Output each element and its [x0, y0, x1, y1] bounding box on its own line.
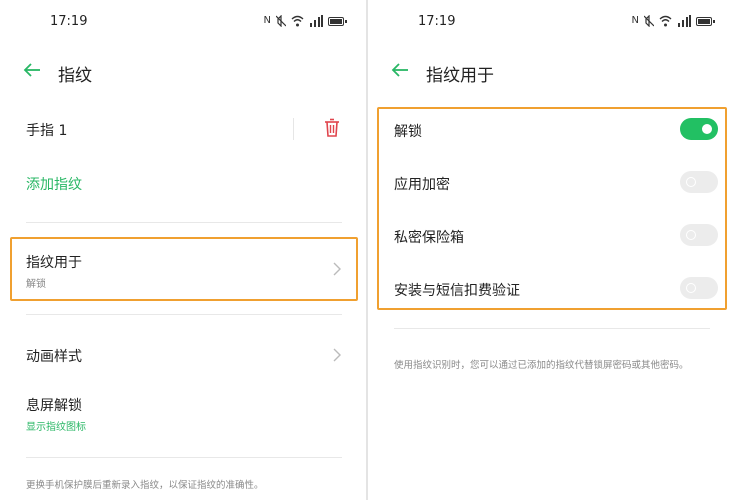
- status-time: 17:19: [418, 14, 456, 29]
- signal-icon: [309, 15, 323, 27]
- toggle-knob: [686, 177, 696, 187]
- chevron-right-icon: [333, 348, 341, 362]
- unlock-toggle[interactable]: [680, 118, 718, 140]
- status-bar: 17:19 N: [368, 12, 734, 32]
- divider: [26, 457, 342, 458]
- arrow-left-icon[interactable]: [390, 60, 410, 80]
- divider: [394, 328, 710, 329]
- fingerprint-for-item[interactable]: 指纹用于: [26, 252, 82, 272]
- divider: [26, 314, 342, 315]
- delete-icon[interactable]: [324, 118, 340, 138]
- footnote: 使用指纹识别时，您可以通过已添加的指纹代替锁屏密码或其他密码。: [394, 360, 689, 371]
- mute-icon: [643, 14, 655, 28]
- battery-icon: [328, 16, 347, 26]
- screen-off-unlock-item[interactable]: 息屏解锁: [26, 395, 82, 415]
- page-title: 指纹用于: [426, 66, 494, 86]
- animation-style-item[interactable]: 动画样式: [26, 346, 82, 366]
- private-safe-toggle[interactable]: [680, 224, 718, 246]
- status-bar: 17:19 N: [0, 12, 366, 32]
- screen-off-unlock-sub: 显示指纹图标: [26, 422, 86, 433]
- page-header: 指纹用于: [368, 58, 734, 86]
- nfc-icon: N: [263, 15, 271, 26]
- fingerprint-for-screen: 17:19 N 指纹用于 解锁 应用加密 私密保险箱 安装与短信扣费验证 使用指…: [368, 0, 734, 500]
- page-title: 指纹: [58, 66, 92, 86]
- mute-icon: [275, 14, 287, 28]
- status-icons: N: [631, 14, 715, 28]
- toggle-knob: [686, 283, 696, 293]
- fingerprint-screen: 17:19 N 指纹 手指 1 添加指纹 指纹用于 解锁 动画样式 息屏解锁 显…: [0, 0, 366, 500]
- chevron-right-icon: [333, 262, 341, 276]
- page-header: 指纹: [0, 58, 366, 86]
- battery-icon: [696, 16, 715, 26]
- option-unlock: 解锁: [394, 124, 422, 140]
- toggle-knob: [686, 230, 696, 240]
- signal-icon: [677, 15, 691, 27]
- status-time: 17:19: [50, 14, 88, 29]
- app-encryption-toggle[interactable]: [680, 171, 718, 193]
- status-icons: N: [263, 14, 347, 28]
- install-sms-verify-toggle[interactable]: [680, 277, 718, 299]
- add-fingerprint-button[interactable]: 添加指纹: [26, 174, 82, 194]
- nfc-icon: N: [631, 15, 639, 26]
- footnote: 更换手机保护膜后重新录入指纹，以保证指纹的准确性。: [26, 480, 264, 491]
- wifi-icon: [291, 15, 304, 27]
- option-install-sms-verify: 安装与短信扣费验证: [394, 283, 520, 299]
- toggle-knob: [702, 124, 712, 134]
- finger-1-item[interactable]: 手指 1: [26, 120, 67, 140]
- divider: [26, 222, 342, 223]
- wifi-icon: [659, 15, 672, 27]
- option-app-encryption: 应用加密: [394, 177, 450, 193]
- option-private-safe: 私密保险箱: [394, 230, 464, 246]
- fingerprint-for-value: 解锁: [26, 279, 46, 290]
- arrow-left-icon[interactable]: [22, 60, 42, 80]
- vertical-divider: [293, 118, 294, 140]
